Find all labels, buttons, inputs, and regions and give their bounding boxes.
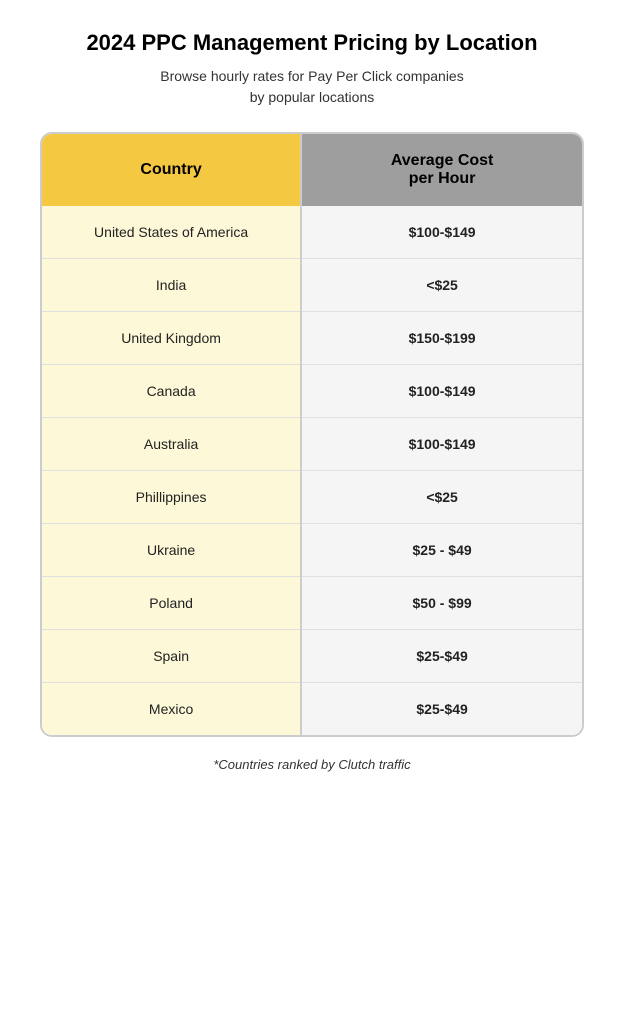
table-cell-cost: $100-$149: [301, 365, 582, 418]
table-cell-cost: <$25: [301, 259, 582, 312]
table-cell-country: Poland: [42, 577, 301, 630]
table-cell-country: Canada: [42, 365, 301, 418]
page-subtitle: Browse hourly rates for Pay Per Click co…: [160, 66, 463, 108]
table-row: Phillippines<$25: [42, 471, 582, 524]
table-cell-country: Phillippines: [42, 471, 301, 524]
table-cell-cost: $100-$149: [301, 418, 582, 471]
column-header-country: Country: [42, 134, 301, 206]
table-cell-country: United Kingdom: [42, 312, 301, 365]
table-cell-country: Ukraine: [42, 524, 301, 577]
table-row: Mexico$25-$49: [42, 683, 582, 736]
table-row: United States of America$100-$149: [42, 206, 582, 259]
table-cell-cost: $25-$49: [301, 630, 582, 683]
table-row: Poland$50 - $99: [42, 577, 582, 630]
table-row: India<$25: [42, 259, 582, 312]
table-cell-country: Spain: [42, 630, 301, 683]
table-cell-country: United States of America: [42, 206, 301, 259]
table-cell-country: Australia: [42, 418, 301, 471]
table-row: Spain$25-$49: [42, 630, 582, 683]
table-cell-cost: $150-$199: [301, 312, 582, 365]
table-row: Canada$100-$149: [42, 365, 582, 418]
column-header-cost: Average Costper Hour: [301, 134, 582, 206]
table-cell-cost: <$25: [301, 471, 582, 524]
page-title: 2024 PPC Management Pricing by Location: [86, 30, 537, 56]
pricing-table: Country Average Costper Hour United Stat…: [42, 134, 582, 735]
pricing-table-container: Country Average Costper Hour United Stat…: [40, 132, 584, 737]
table-cell-country: India: [42, 259, 301, 312]
table-cell-cost: $25 - $49: [301, 524, 582, 577]
table-cell-cost: $50 - $99: [301, 577, 582, 630]
table-cell-cost: $25-$49: [301, 683, 582, 736]
footer-note: *Countries ranked by Clutch traffic: [213, 757, 410, 772]
table-cell-country: Mexico: [42, 683, 301, 736]
table-row: Ukraine$25 - $49: [42, 524, 582, 577]
table-cell-cost: $100-$149: [301, 206, 582, 259]
table-row: Australia$100-$149: [42, 418, 582, 471]
table-row: United Kingdom$150-$199: [42, 312, 582, 365]
